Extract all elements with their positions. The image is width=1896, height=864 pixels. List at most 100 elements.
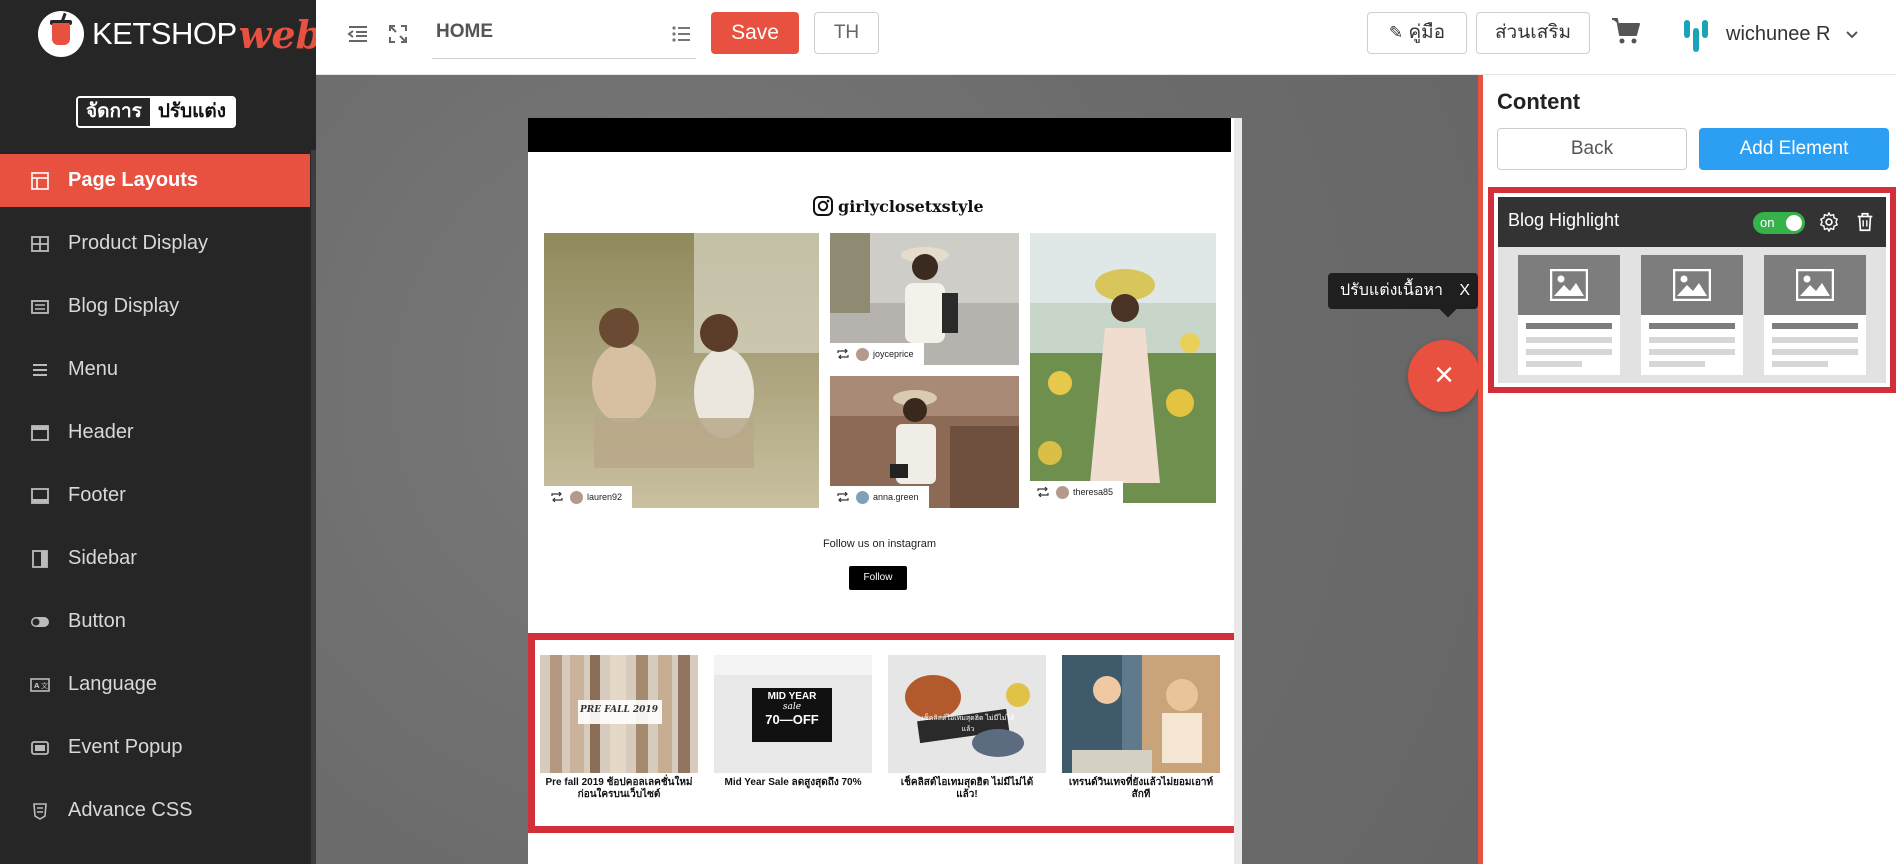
indent-icon[interactable] (346, 22, 370, 46)
cart-icon[interactable] (1610, 16, 1642, 46)
user-avatar (856, 490, 869, 504)
sidebar-icon (30, 549, 50, 569)
header-icon (30, 423, 50, 443)
language-button[interactable]: TH (814, 12, 879, 54)
element-preview (1498, 247, 1886, 383)
svg-text:A: A (34, 682, 40, 690)
repost-icon (836, 348, 850, 360)
page-selector[interactable]: HOME (432, 10, 696, 59)
instagram-photo[interactable]: anna.green (830, 376, 1019, 508)
preview-scrollbar[interactable] (1234, 118, 1242, 864)
blog-highlight-element[interactable]: Blog Highlight on (1488, 187, 1896, 393)
instagram-photo[interactable]: theresa85 (1030, 233, 1216, 503)
sidebar-item-label: Sidebar (68, 547, 137, 569)
sidebar-item-blog-display[interactable]: Blog Display (0, 280, 310, 333)
page-preview[interactable]: girlyclosetxstyle lauren92 joyceprice an… (528, 118, 1242, 864)
sidebar-item-label: Button (68, 610, 126, 632)
photo-username: theresa85 (1073, 487, 1114, 497)
book-icon: ✎ (1388, 23, 1404, 42)
follow-button[interactable]: Follow (849, 566, 907, 590)
add-element-button[interactable]: Add Element (1699, 128, 1889, 170)
gear-icon[interactable] (1818, 211, 1840, 233)
instagram-handle: girlyclosetxstyle (812, 194, 984, 218)
guide-label: คู่มือ (1408, 22, 1446, 43)
instagram-photo[interactable]: joyceprice (830, 233, 1019, 365)
follow-us-text: Follow us on instagram (822, 538, 937, 550)
blog-title[interactable]: Pre fall 2019 ช้อปคอลเลคชั่นใหม่ก่อนใครบ… (542, 777, 696, 801)
photo-user-tag: lauren92 (544, 486, 633, 508)
addon-button[interactable]: ส่วนเสริม (1476, 12, 1590, 54)
back-button[interactable]: Back (1497, 128, 1687, 170)
sidebar-item-menu[interactable]: Menu (0, 343, 310, 396)
element-header: Blog Highlight on (1498, 197, 1886, 247)
fullscreen-icon[interactable] (386, 22, 410, 46)
sidebar-item-label: Menu (68, 358, 119, 380)
chevron-down-icon (1845, 27, 1859, 41)
sidebar-item-page-layouts[interactable]: Page Layouts (0, 154, 310, 207)
layout-thumbnail (1518, 255, 1620, 375)
user-menu[interactable]: wichunee R (1676, 14, 1859, 54)
blog-image: MID YEAR sale 70—OFF (714, 655, 872, 773)
element-title: Blog Highlight (1508, 210, 1620, 230)
photo-username: joyceprice (873, 349, 914, 359)
blog-highlight-section[interactable]: PRE FALL 2019 Pre fall 2019 ช้อปคอลเลคชั… (528, 633, 1242, 833)
tooltip-text: ปรับแต่งเนื้อหา (1340, 282, 1443, 299)
image-placeholder-icon (1673, 269, 1711, 301)
language-icon: A文 (30, 675, 50, 695)
photo-user-tag: theresa85 (1030, 481, 1124, 503)
blog-image: PRE FALL 2019 (540, 655, 698, 773)
sidebar-item-label: Header (68, 421, 134, 443)
mode-manage-button[interactable]: จัดการ (78, 98, 150, 126)
image-placeholder-icon (1796, 269, 1834, 301)
blog-title[interactable]: เช็คลิสต์ไอเทมสุดฮิต ไม่มีไม่ได้แล้ว! (890, 777, 1044, 801)
sidebar-item-label: Product Display (68, 232, 209, 254)
mode-toggle: จัดการ ปรับแต่ง (76, 96, 237, 128)
instagram-handle-text: girlyclosetxstyle (838, 196, 984, 216)
sidebar-item-label: Footer (68, 484, 126, 506)
sidebar-item-language[interactable]: A文 Language (0, 658, 310, 711)
topbar: HOME Save TH ✎ คู่มือ ส่วนเสริม wichunee… (316, 0, 1896, 75)
sale-sign-line: 70—OFF (765, 712, 819, 727)
photo-username: lauren92 (587, 492, 623, 502)
repost-icon (1036, 486, 1050, 498)
layout-icon (30, 171, 50, 191)
mode-customize-button[interactable]: ปรับแต่ง (149, 98, 235, 126)
blog-title[interactable]: Mid Year Sale ลดสูงสุดถึง 70% (716, 777, 870, 789)
page-name: HOME (436, 21, 493, 42)
guide-button[interactable]: ✎ คู่มือ (1367, 12, 1467, 54)
sidebar-item-label: Advance CSS (68, 799, 193, 821)
sidebar-item-label: Blog Display (68, 295, 180, 317)
close-panel-button[interactable]: × (1408, 340, 1480, 412)
sidebar-item-label: Language (68, 673, 157, 695)
element-visibility-toggle[interactable]: on (1753, 212, 1805, 234)
sidebar-item-label: Event Popup (68, 736, 183, 758)
logo-accent-text: web (238, 11, 316, 57)
trash-icon[interactable] (1854, 211, 1876, 233)
ketshop-logo[interactable]: KETSHOP web (38, 10, 316, 58)
sidebar-item-header[interactable]: Header (0, 406, 310, 459)
blog-title[interactable]: เทรนด์วินเทจที่ยังแล้วไม่ยอมเอาท์สักที (1064, 777, 1218, 801)
css-icon (30, 801, 50, 821)
close-icon[interactable]: X (1459, 273, 1470, 309)
sidebar-item-sidebar[interactable]: Sidebar (0, 532, 310, 585)
user-avatar (856, 347, 869, 361)
blog-card[interactable]: PRE FALL 2019 Pre fall 2019 ช้อปคอลเลคชั… (540, 655, 698, 810)
sidebar-item-button[interactable]: Button (0, 595, 310, 648)
blog-card[interactable]: เทรนด์วินเทจที่ยังแล้วไม่ยอมเอาท์สักที (1062, 655, 1220, 810)
blog-card[interactable]: เช็คลิสต์ไอเทมสุดฮิต ไม่มีไม่ได้แล้ว เช็… (888, 655, 1046, 810)
blog-card[interactable]: MID YEAR sale 70—OFF Mid Year Sale ลดสูง… (714, 655, 872, 810)
editor-canvas: girlyclosetxstyle lauren92 joyceprice an… (316, 75, 1478, 864)
sidebar-item-label: Page Layouts (68, 169, 199, 191)
repost-icon (550, 491, 564, 503)
sidebar-item-product-display[interactable]: Product Display (0, 217, 310, 270)
footer-icon (30, 486, 50, 506)
instagram-photo[interactable]: lauren92 (544, 233, 819, 508)
sidebar-item-advance-css[interactable]: Advance CSS (0, 784, 310, 837)
repost-icon (836, 491, 850, 503)
blog-image: เช็คลิสต์ไอเทมสุดฮิต ไม่มีไม่ได้แล้ว (888, 655, 1046, 773)
sidebar-item-footer[interactable]: Footer (0, 469, 310, 522)
blog-image-text: เช็คลิสต์ไอเทมสุดฮิต ไม่มีไม่ได้แล้ว (921, 715, 1015, 733)
save-button[interactable]: Save (711, 12, 799, 54)
sidebar-item-event-popup[interactable]: Event Popup (0, 721, 310, 774)
list-card-icon (30, 297, 50, 317)
